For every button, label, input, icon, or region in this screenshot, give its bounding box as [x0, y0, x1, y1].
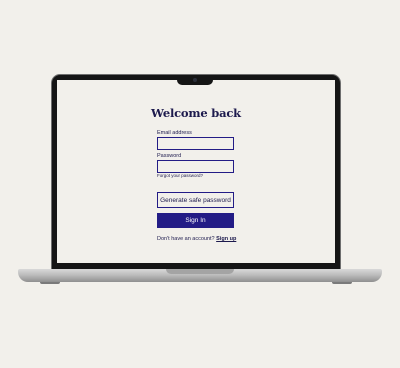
sign-up-link[interactable]: Sign up — [216, 236, 236, 242]
laptop-screen: Welcome back Email address Password Forg… — [57, 80, 335, 263]
laptop-foot-left — [40, 282, 60, 284]
email-field[interactable] — [157, 137, 234, 150]
laptop-foot-right — [332, 282, 352, 284]
laptop-trackpad-notch — [166, 269, 234, 274]
signup-prompt-text: Don't have an account? — [157, 236, 215, 242]
generate-password-button[interactable]: Generate safe password — [157, 192, 234, 208]
password-label: Password — [157, 153, 182, 159]
signup-prompt: Don't have an account? Sign up — [157, 236, 236, 242]
camera-icon — [193, 78, 197, 82]
email-label: Email address — [157, 130, 192, 136]
password-field[interactable] — [157, 160, 234, 173]
sign-in-button[interactable]: Sign In — [157, 213, 234, 228]
laptop-notch — [177, 76, 213, 85]
forgot-password-link[interactable]: Forgot your password? — [157, 173, 203, 178]
page-title: Welcome back — [151, 106, 241, 120]
